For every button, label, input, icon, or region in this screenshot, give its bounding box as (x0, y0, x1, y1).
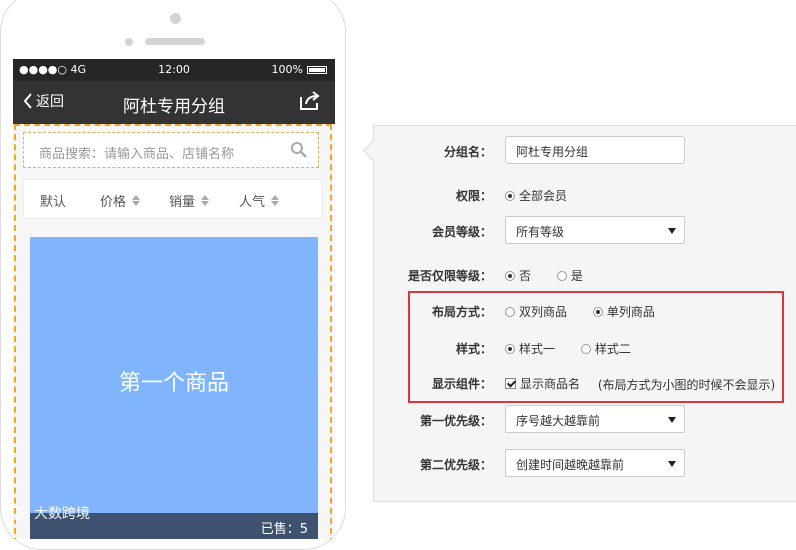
select-value: 所有等级 (516, 225, 565, 239)
layout-double-column-radio[interactable]: 双列商品 (505, 303, 567, 320)
level-only-no-radio[interactable]: 否 (505, 267, 531, 284)
level-only-label: 是否仅限等级： (407, 269, 492, 283)
style-one-radio[interactable]: 样式一 (505, 340, 555, 357)
style-two-radio[interactable]: 样式二 (580, 340, 631, 357)
radio-label: 双列商品 (519, 305, 568, 319)
search-icon (291, 142, 307, 158)
share-button[interactable] (299, 91, 321, 114)
sort-arrows-icon (271, 195, 280, 206)
sort-label: 销量 (169, 195, 196, 210)
select-value: 序号越大越靠前 (516, 414, 601, 428)
checkbox-label: 显示商品名 (520, 377, 581, 391)
sort-arrows-icon (201, 195, 210, 206)
priority2-select[interactable]: 创建时间越晚越靠前 (505, 449, 685, 477)
watermark-logo-icon (8, 506, 28, 520)
permission-all-members-radio[interactable]: 全部会员 (505, 187, 567, 204)
sort-popularity[interactable]: 人气 (239, 191, 280, 210)
radio-icon (580, 343, 591, 354)
sort-bar: 默认 价格 销量 人气 (23, 179, 323, 219)
search-input[interactable]: 商品搜索：请输入商品、店铺名称 (23, 132, 319, 168)
share-icon (300, 91, 320, 110)
radio-icon (505, 190, 515, 201)
dropdown-caret-icon (668, 417, 676, 423)
member-level-select[interactable]: 所有等级 (505, 216, 685, 244)
level-only-yes-radio[interactable]: 是 (556, 267, 583, 284)
dropdown-caret-icon (668, 461, 676, 467)
phone-screen: ●●●●○ 4G 12:00 100% 返回 阿杜专用分组 商品搜索：请输入商品… (13, 59, 335, 539)
watermark-text: 大数跨境 (34, 506, 90, 522)
group-name-input[interactable]: 阿杜专用分组 (505, 136, 685, 164)
status-bar: ●●●●○ 4G 12:00 100% (13, 59, 335, 81)
dropdown-caret-icon (668, 228, 676, 234)
product-name: 第一个商品 (118, 371, 229, 396)
sort-label: 人气 (239, 195, 266, 210)
search-placeholder: 商品搜索：请输入商品、店铺名称 (39, 147, 235, 162)
priority1-select[interactable]: 序号越大越靠前 (505, 405, 685, 433)
radio-icon (556, 270, 567, 281)
radio-label: 否 (519, 269, 532, 283)
camera-icon (170, 13, 181, 24)
checkbox-icon (505, 378, 516, 389)
show-product-name-checkbox[interactable]: 显示商品名 (505, 375, 580, 392)
select-value: 创建时间越晚越靠前 (516, 458, 625, 472)
product-card[interactable]: 第一个商品 已售：5 (30, 237, 318, 539)
radio-label: 单列商品 (606, 305, 655, 319)
sort-default[interactable]: 默认 (40, 191, 66, 210)
page-content: 商品搜索：请输入商品、店铺名称 默认 价格 销量 人气 第一个商品 已售：5 (13, 124, 335, 539)
watermark: 大数跨境 (8, 503, 90, 523)
sort-label: 默认 (40, 195, 67, 210)
battery-icon (307, 65, 327, 74)
sort-arrows-icon (132, 195, 141, 206)
page-title: 阿杜专用分组 (123, 97, 225, 117)
style-label: 样式： (455, 342, 492, 356)
layout-single-column-radio[interactable]: 单列商品 (592, 303, 655, 320)
member-level-label: 会员等级： (431, 225, 492, 239)
sort-label: 价格 (100, 195, 127, 210)
group-name-label: 分组名： (443, 145, 492, 159)
radio-icon (592, 306, 603, 317)
radio-icon (505, 306, 515, 317)
radio-icon (505, 270, 515, 281)
speaker-grille (145, 38, 205, 45)
component-hint: (布局方式为小图的时候不会显示) (597, 378, 776, 392)
sensor-dot (125, 38, 133, 46)
battery-percent: 100% (271, 63, 303, 76)
priority2-label: 第二优先级： (419, 458, 492, 472)
layout-label: 布局方式： (431, 305, 492, 319)
component-label: 显示组件： (431, 377, 492, 391)
radio-label: 样式二 (594, 342, 631, 356)
nav-bar: 返回 阿杜专用分组 (13, 81, 335, 124)
radio-label: 样式一 (519, 342, 556, 356)
radio-label: 全部会员 (519, 189, 568, 203)
priority1-label: 第一优先级： (419, 414, 492, 428)
radio-label: 是 (570, 269, 583, 283)
radio-icon (505, 343, 515, 354)
sort-sales[interactable]: 销量 (169, 191, 210, 210)
sort-price[interactable]: 价格 (100, 191, 141, 210)
permission-label: 权限： (455, 189, 492, 203)
